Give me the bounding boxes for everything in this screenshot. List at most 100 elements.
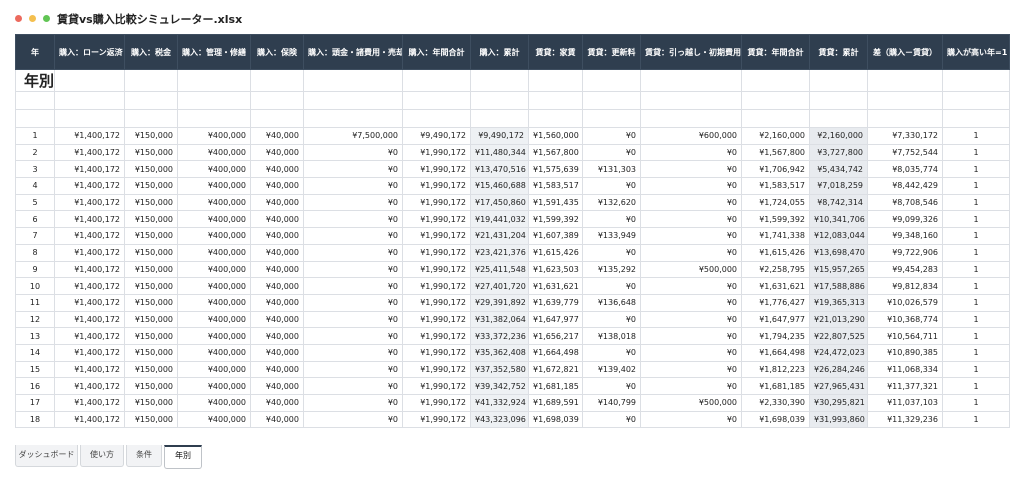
table-cell[interactable]: ¥1,400,172 <box>54 360 125 379</box>
header-cell[interactable]: 購入：保険 <box>250 34 304 70</box>
table-cell[interactable]: ¥1,400,172 <box>54 243 125 262</box>
header-cell[interactable]: 購入：税金 <box>124 34 178 70</box>
empty-cell[interactable] <box>809 91 868 110</box>
table-cell[interactable]: ¥0 <box>303 160 403 179</box>
table-cell[interactable]: ¥400,000 <box>177 410 251 429</box>
tab-dashboard[interactable]: ダッシュボード <box>15 445 78 467</box>
table-cell[interactable]: ¥40,000 <box>250 143 304 162</box>
table-cell[interactable]: ¥1,990,172 <box>402 394 471 412</box>
table-cell[interactable]: ¥9,490,172 <box>402 127 471 145</box>
table-cell[interactable]: ¥1,591,435 <box>528 193 583 212</box>
table-cell[interactable]: 17 <box>15 394 55 412</box>
table-cell[interactable]: ¥600,000 <box>640 127 742 145</box>
table-cell[interactable]: ¥400,000 <box>177 160 251 179</box>
empty-cell[interactable] <box>15 91 55 110</box>
table-cell[interactable]: ¥37,352,580 <box>470 360 529 379</box>
empty-cell[interactable] <box>303 91 403 110</box>
table-cell[interactable]: 1 <box>942 227 1010 245</box>
table-cell[interactable]: ¥1,400,172 <box>54 143 125 162</box>
table-cell[interactable]: 16 <box>15 377 55 395</box>
empty-cell[interactable] <box>177 69 251 92</box>
table-cell[interactable]: ¥8,035,774 <box>867 160 943 179</box>
tab-conditions[interactable]: 条件 <box>126 445 162 467</box>
empty-cell[interactable] <box>124 109 178 128</box>
table-cell[interactable]: ¥1,990,172 <box>402 293 471 312</box>
table-cell[interactable]: ¥40,000 <box>250 127 304 145</box>
table-cell[interactable]: ¥1,567,800 <box>741 143 810 162</box>
empty-cell[interactable] <box>942 109 1010 128</box>
empty-cell[interactable] <box>640 109 742 128</box>
table-cell[interactable]: ¥0 <box>303 277 403 295</box>
table-cell[interactable]: ¥1,400,172 <box>54 394 125 412</box>
table-cell[interactable]: ¥0 <box>582 410 641 429</box>
table-cell[interactable]: ¥1,990,172 <box>402 310 471 329</box>
empty-cell[interactable] <box>470 109 529 128</box>
header-cell[interactable]: 賃貸：家賃 <box>528 34 583 70</box>
table-cell[interactable]: 13 <box>15 327 55 345</box>
table-cell[interactable]: ¥1,990,172 <box>402 177 471 195</box>
table-cell[interactable]: ¥0 <box>303 394 403 412</box>
table-cell[interactable]: ¥1,706,942 <box>741 160 810 179</box>
table-cell[interactable]: ¥40,000 <box>250 360 304 379</box>
empty-cell[interactable] <box>582 109 641 128</box>
table-cell[interactable]: ¥1,583,517 <box>528 177 583 195</box>
table-cell[interactable]: ¥2,330,390 <box>741 394 810 412</box>
table-cell[interactable]: ¥0 <box>640 327 742 345</box>
table-cell[interactable]: ¥1,583,517 <box>741 177 810 195</box>
table-cell[interactable]: ¥2,160,000 <box>741 127 810 145</box>
empty-cell[interactable] <box>528 91 583 110</box>
table-cell[interactable]: 1 <box>942 343 1010 362</box>
table-cell[interactable]: ¥150,000 <box>124 210 178 229</box>
table-cell[interactable]: ¥1,681,185 <box>741 377 810 395</box>
table-cell[interactable]: ¥136,648 <box>582 293 641 312</box>
table-cell[interactable]: ¥400,000 <box>177 143 251 162</box>
table-cell[interactable]: 12 <box>15 310 55 329</box>
table-cell[interactable]: ¥1,575,639 <box>528 160 583 179</box>
table-cell[interactable]: ¥40,000 <box>250 243 304 262</box>
table-cell[interactable]: ¥0 <box>640 193 742 212</box>
empty-cell[interactable] <box>640 91 742 110</box>
empty-cell[interactable] <box>528 69 583 92</box>
table-cell[interactable]: ¥40,000 <box>250 210 304 229</box>
table-cell[interactable]: 1 <box>942 410 1010 429</box>
table-cell[interactable]: ¥39,342,752 <box>470 377 529 395</box>
table-cell[interactable]: ¥0 <box>640 410 742 429</box>
empty-cell[interactable] <box>867 109 943 128</box>
table-cell[interactable]: ¥1,599,392 <box>741 210 810 229</box>
empty-cell[interactable] <box>809 69 868 92</box>
table-cell[interactable]: 1 <box>942 193 1010 212</box>
table-cell[interactable]: ¥150,000 <box>124 410 178 429</box>
table-cell[interactable]: ¥1,698,039 <box>741 410 810 429</box>
empty-cell[interactable] <box>640 69 742 92</box>
empty-cell[interactable] <box>303 69 403 92</box>
table-cell[interactable]: ¥0 <box>303 243 403 262</box>
table-cell[interactable]: ¥1,990,172 <box>402 377 471 395</box>
table-cell[interactable]: ¥0 <box>303 327 403 345</box>
table-cell[interactable]: ¥7,018,259 <box>809 177 868 195</box>
table-cell[interactable]: ¥150,000 <box>124 160 178 179</box>
table-cell[interactable]: ¥1,623,503 <box>528 260 583 279</box>
empty-cell[interactable] <box>177 109 251 128</box>
table-cell[interactable]: ¥0 <box>640 227 742 245</box>
table-cell[interactable]: 1 <box>942 243 1010 262</box>
table-cell[interactable]: ¥10,341,706 <box>809 210 868 229</box>
table-cell[interactable]: ¥1,776,427 <box>741 293 810 312</box>
table-cell[interactable]: ¥400,000 <box>177 210 251 229</box>
header-cell[interactable]: 賃貸：引っ越し・初期費用 <box>640 34 742 70</box>
table-cell[interactable]: ¥3,727,800 <box>809 143 868 162</box>
table-cell[interactable]: ¥0 <box>582 143 641 162</box>
header-cell[interactable]: 購入：累計 <box>470 34 529 70</box>
table-cell[interactable]: ¥1,990,172 <box>402 227 471 245</box>
table-cell[interactable]: 1 <box>942 327 1010 345</box>
table-cell[interactable]: ¥9,722,906 <box>867 243 943 262</box>
table-cell[interactable]: ¥11,329,236 <box>867 410 943 429</box>
table-cell[interactable]: 1 <box>942 210 1010 229</box>
table-cell[interactable]: ¥0 <box>640 210 742 229</box>
table-cell[interactable]: ¥0 <box>303 310 403 329</box>
table-cell[interactable]: ¥131,303 <box>582 160 641 179</box>
table-cell[interactable]: ¥150,000 <box>124 127 178 145</box>
table-cell[interactable]: ¥0 <box>582 210 641 229</box>
table-cell[interactable]: ¥1,812,223 <box>741 360 810 379</box>
table-cell[interactable]: ¥1,400,172 <box>54 210 125 229</box>
table-cell[interactable]: ¥1,639,779 <box>528 293 583 312</box>
